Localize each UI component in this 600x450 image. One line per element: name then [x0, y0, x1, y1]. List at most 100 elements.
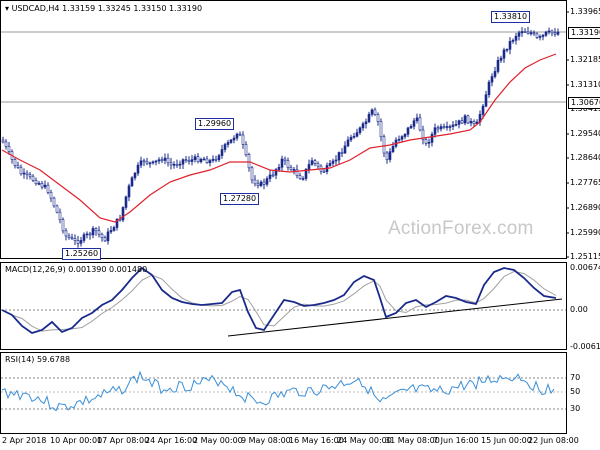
candle-body — [322, 170, 326, 173]
candle-body — [136, 164, 140, 174]
time-tick: 31 May 08:00 — [385, 436, 440, 445]
candle-body — [490, 76, 494, 83]
candle-body — [97, 230, 101, 235]
candle-body — [448, 126, 452, 128]
time-tick: 9 May 08:00 — [241, 436, 291, 445]
candle-body — [343, 145, 347, 154]
candle-body — [160, 159, 164, 162]
candle-body — [397, 138, 401, 141]
candle-body — [82, 234, 86, 241]
time-tick: 24 May 00:00 — [337, 436, 392, 445]
candle-body — [262, 181, 266, 185]
candle-body — [76, 240, 80, 244]
ohlc-values: 1.33159 1.33245 1.33150 1.33190 — [62, 4, 203, 13]
dropdown-icon[interactable]: ▾ — [5, 4, 9, 13]
candle-body — [373, 109, 377, 115]
candle-body — [337, 152, 341, 161]
candle-body — [148, 162, 152, 165]
candle-body — [190, 159, 194, 162]
macd-tick: -0.006115 — [570, 342, 600, 351]
candle-body — [247, 154, 251, 169]
candle-body — [70, 237, 74, 240]
candle-body — [286, 160, 290, 168]
candle-body — [361, 123, 365, 129]
candle-body — [52, 197, 56, 207]
candle-body — [229, 139, 233, 143]
high-annotation: 1.29960 — [195, 118, 235, 130]
candle-body — [79, 240, 83, 244]
candle-body — [67, 235, 71, 239]
candle-body — [520, 31, 524, 34]
candle-body — [130, 177, 134, 187]
candle-body — [46, 184, 50, 193]
candle-body — [535, 33, 539, 38]
candle-body — [466, 115, 470, 124]
candle-body — [547, 30, 551, 33]
rsi-tick: 50 — [570, 387, 581, 396]
candle-body — [517, 32, 521, 37]
price-tick: 1.27765 — [570, 178, 600, 187]
candle-body — [484, 94, 488, 107]
candle-body — [31, 175, 35, 181]
candle-body — [271, 174, 275, 177]
candle-body — [199, 158, 203, 163]
candle-body — [514, 35, 518, 41]
watermark: ActionForex.com — [388, 218, 534, 239]
candle-body — [64, 230, 68, 237]
price-tick: 1.25115 — [570, 252, 600, 261]
candle-body — [451, 124, 455, 127]
time-tick: 7 Jun 16:00 — [433, 436, 479, 445]
candle-body — [151, 161, 155, 164]
price-tick: 1.25990 — [570, 228, 600, 237]
macd-title: MACD(12,26,9) 0.001390 0.001480 — [5, 265, 148, 274]
candle-body — [250, 167, 254, 181]
candle-body — [316, 163, 320, 167]
candle-body — [487, 81, 491, 96]
candle-body — [436, 127, 440, 130]
candle-body — [265, 178, 269, 185]
candle-body — [196, 156, 200, 163]
candle-body — [553, 32, 557, 35]
candle-body — [91, 228, 95, 236]
candle-body — [496, 60, 500, 72]
candle-body — [439, 126, 443, 130]
candle-body — [259, 181, 263, 186]
candle-body — [277, 166, 281, 170]
candle-body — [121, 207, 125, 221]
candle-body — [16, 165, 20, 168]
candle-body — [463, 115, 467, 124]
candle-body — [556, 31, 560, 35]
candle-body — [145, 161, 149, 164]
price-candles — [1, 26, 560, 248]
candle-body — [19, 167, 23, 175]
high-annotation: 1.33810 — [491, 11, 531, 23]
candle-body — [220, 149, 224, 156]
candle-body — [253, 179, 257, 185]
candle-body — [184, 159, 188, 161]
candle-body — [460, 120, 464, 124]
candle-body — [523, 31, 527, 33]
time-tick: 10 Apr 00:00 — [50, 436, 103, 445]
candle-body — [100, 233, 104, 238]
candle-body — [193, 156, 197, 160]
macd-tick: 0.006745 — [570, 263, 600, 272]
candle-body — [166, 157, 170, 164]
candle-body — [88, 233, 92, 236]
candle-body — [502, 49, 506, 59]
candle-body — [283, 158, 287, 162]
candle-body — [256, 183, 260, 186]
low-annotation: 1.27280 — [220, 193, 260, 205]
candle-body — [202, 158, 206, 161]
symbol-header: ▾ USDCAD,H4 1.33159 1.33245 1.33150 1.33… — [5, 4, 202, 14]
current-price-tag: 1.33190 — [568, 27, 600, 39]
candle-body — [412, 120, 416, 127]
candle-body — [58, 211, 62, 221]
candle-body — [457, 120, 461, 125]
candle-body — [235, 133, 239, 139]
candle-body — [349, 136, 353, 141]
level-price-tag: 1.30670 — [568, 97, 600, 109]
candle-body — [358, 127, 362, 133]
candle-body — [400, 136, 404, 140]
candle-body — [445, 126, 449, 128]
candle-body — [163, 157, 167, 161]
